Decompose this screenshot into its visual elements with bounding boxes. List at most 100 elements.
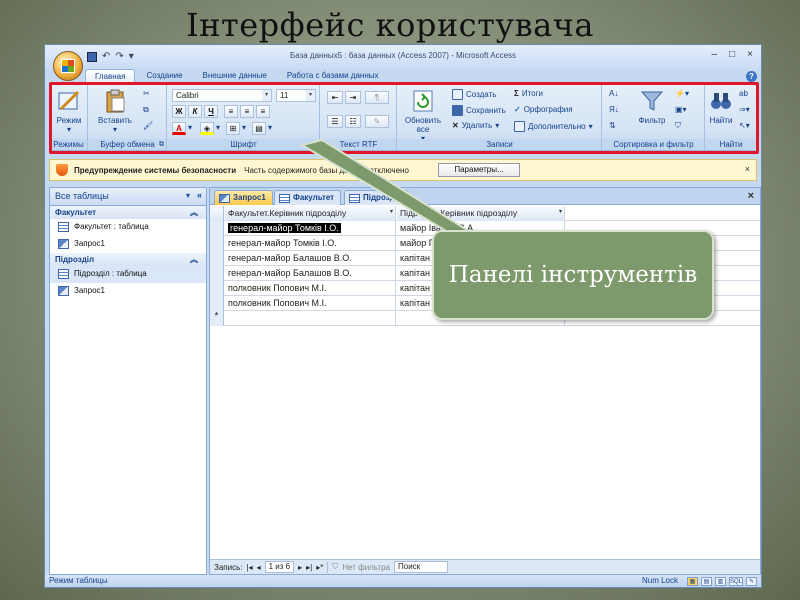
table-cell[interactable]: генерал-майор Томків І.О. [225,236,396,251]
clear-sort-icon[interactable]: ⇅ [609,121,616,130]
new-record-nav-icon[interactable]: ▸* [316,563,323,572]
office-button[interactable] [53,51,83,81]
row-selector[interactable] [210,236,224,251]
table-cell[interactable]: генерал-майор Балашов В.О. [225,251,396,266]
row-selector[interactable] [210,221,224,236]
font-name-select[interactable]: Calibri ▾ [172,89,272,102]
new-record-button[interactable]: Создать [452,89,496,100]
cut-icon[interactable]: ✂ [143,89,150,98]
security-options-button[interactable]: Параметры... [438,163,520,177]
fill-color-button[interactable]: ◈ [200,122,214,135]
font-launcher-icon[interactable]: ⧉ [312,141,317,149]
numbering-button[interactable]: ☷ [345,115,361,128]
paste-button[interactable]: Вставить ▾ [97,87,133,137]
replace-icon[interactable]: ab [739,89,748,98]
maximize-button[interactable]: □ [729,49,735,60]
first-record-icon[interactable]: |◂ [246,563,252,572]
search-input[interactable]: Поиск [394,561,448,573]
select-icon[interactable]: ↖▾ [739,121,750,130]
doc-tab-faculty[interactable]: Факультет [274,190,342,205]
pivottable-view-icon[interactable]: ▤ [701,576,712,586]
row-selector[interactable] [210,266,224,281]
security-close-icon[interactable]: × [745,164,750,174]
last-record-icon[interactable]: ▸| [306,563,312,572]
delete-record-button[interactable]: ✕ Удалить ▾ [452,121,499,130]
fill-color-dropdown-icon[interactable]: ▾ [216,123,220,132]
nav-section-unit[interactable]: Підрозділ ︽ [50,253,206,266]
find-button[interactable]: Найти [706,87,736,137]
tab-database-tools[interactable]: Работа с базами данных [278,69,388,84]
nav-pane-header[interactable]: Все таблицы ▾ « [50,188,206,206]
copy-icon[interactable]: ⧉ [143,105,149,115]
table-cell[interactable]: генерал-майор Балашов В.О. [225,266,396,281]
sort-ascending-icon[interactable]: A↓ [609,89,618,98]
decrease-indent-button[interactable]: ⇤ [327,91,343,104]
sql-view-button[interactable]: SQL [729,576,743,586]
bold-button[interactable]: Ж [172,105,186,118]
view-button[interactable]: Режим ▾ [51,87,87,137]
row-selector[interactable] [210,296,224,311]
minimize-button[interactable]: – [712,49,718,60]
column-header[interactable]: Факультет.Керівник підрозділу ▾ [225,206,396,221]
gridlines-dropdown-icon[interactable]: ▾ [242,123,246,132]
nav-dropdown-icon[interactable]: ▾ [186,191,190,200]
row-selector[interactable] [210,251,224,266]
save-record-button[interactable]: Сохранить [452,105,506,116]
highlight-button[interactable]: ✎ [365,115,389,128]
table-cell[interactable]: генерал-майор Томків І.О. [225,221,396,236]
increase-indent-button[interactable]: ⇥ [345,91,361,104]
underline-button[interactable]: Ч [204,105,218,118]
column-dropdown-icon[interactable]: ▾ [390,208,393,215]
advanced-filter-icon[interactable]: ▣▾ [675,105,687,114]
rtl-button[interactable]: ¶ [365,91,389,104]
table-cell[interactable]: полковник Попович М.І. [225,281,396,296]
filter-status[interactable]: Нет фильтра [342,563,390,572]
nav-item-unit-table[interactable]: Підрозділ : таблица [50,266,206,283]
row-selector[interactable] [210,281,224,296]
align-left-button[interactable]: ≡ [224,105,238,118]
table-cell[interactable] [225,311,396,326]
refresh-all-button[interactable]: Обновить все ▾ [400,87,446,143]
help-icon[interactable]: ? [746,71,757,82]
tab-create[interactable]: Создание [137,69,191,84]
alternate-fill-button[interactable]: ▤ [252,122,266,135]
align-center-button[interactable]: ≡ [240,105,254,118]
more-button[interactable]: Дополнительно ▾ [514,121,593,132]
tab-external-data[interactable]: Внешние данные [194,69,276,84]
record-position-input[interactable]: 1 из 6 [264,561,295,573]
font-size-select[interactable]: 11 ▾ [276,89,316,102]
design-view-icon[interactable]: ✎ [746,576,757,586]
toggle-filter-icon[interactable]: ⛉ [675,121,681,131]
font-color-button[interactable]: A [172,122,186,135]
close-button[interactable]: × [747,49,753,60]
alternate-fill-dropdown-icon[interactable]: ▾ [268,123,272,132]
nav-item-query1[interactable]: Запрос1 [50,236,206,253]
italic-button[interactable]: К [188,105,202,118]
goto-icon[interactable]: ⇒▾ [739,105,750,114]
nav-section-faculty[interactable]: Факультет ︽ [50,206,206,219]
table-cell[interactable]: полковник Попович М.І. [225,296,396,311]
selection-filter-icon[interactable]: ⚡▾ [675,89,689,98]
doc-close-icon[interactable]: × [748,190,754,202]
bullets-button[interactable]: ☰ [327,115,343,128]
nav-item-faculty-table[interactable]: Факультет : таблица [50,219,206,236]
clipboard-launcher-icon[interactable]: ⧉ [159,141,164,149]
column-dropdown-icon[interactable]: ▾ [559,208,562,215]
spelling-button[interactable]: ✓ Орфография [514,105,573,114]
filter-button[interactable]: Фильтр [633,87,671,137]
align-right-button[interactable]: ≡ [256,105,270,118]
column-header[interactable]: Підрозділ.Керівник підрозділу ▾ [397,206,565,221]
nav-item-query1[interactable]: Запрос1 [50,283,206,300]
tab-home[interactable]: Главная [85,69,136,84]
gridlines-button[interactable]: ⊞ [226,122,240,135]
font-color-dropdown-icon[interactable]: ▾ [188,123,192,132]
doc-tab-unit[interactable]: Підрозділ [344,190,410,205]
new-record-star-icon[interactable]: * [210,311,224,326]
format-painter-icon[interactable]: 🖌 [143,121,153,130]
datasheet-view-icon[interactable]: ▦ [687,576,698,586]
totals-button[interactable]: Σ Итоги [514,89,543,98]
pivotchart-view-icon[interactable]: ▥ [715,576,726,586]
previous-record-icon[interactable]: ◂ [257,563,261,572]
doc-tab-query1[interactable]: Запрос1 [214,190,273,205]
sort-descending-icon[interactable]: Я↓ [609,105,619,114]
